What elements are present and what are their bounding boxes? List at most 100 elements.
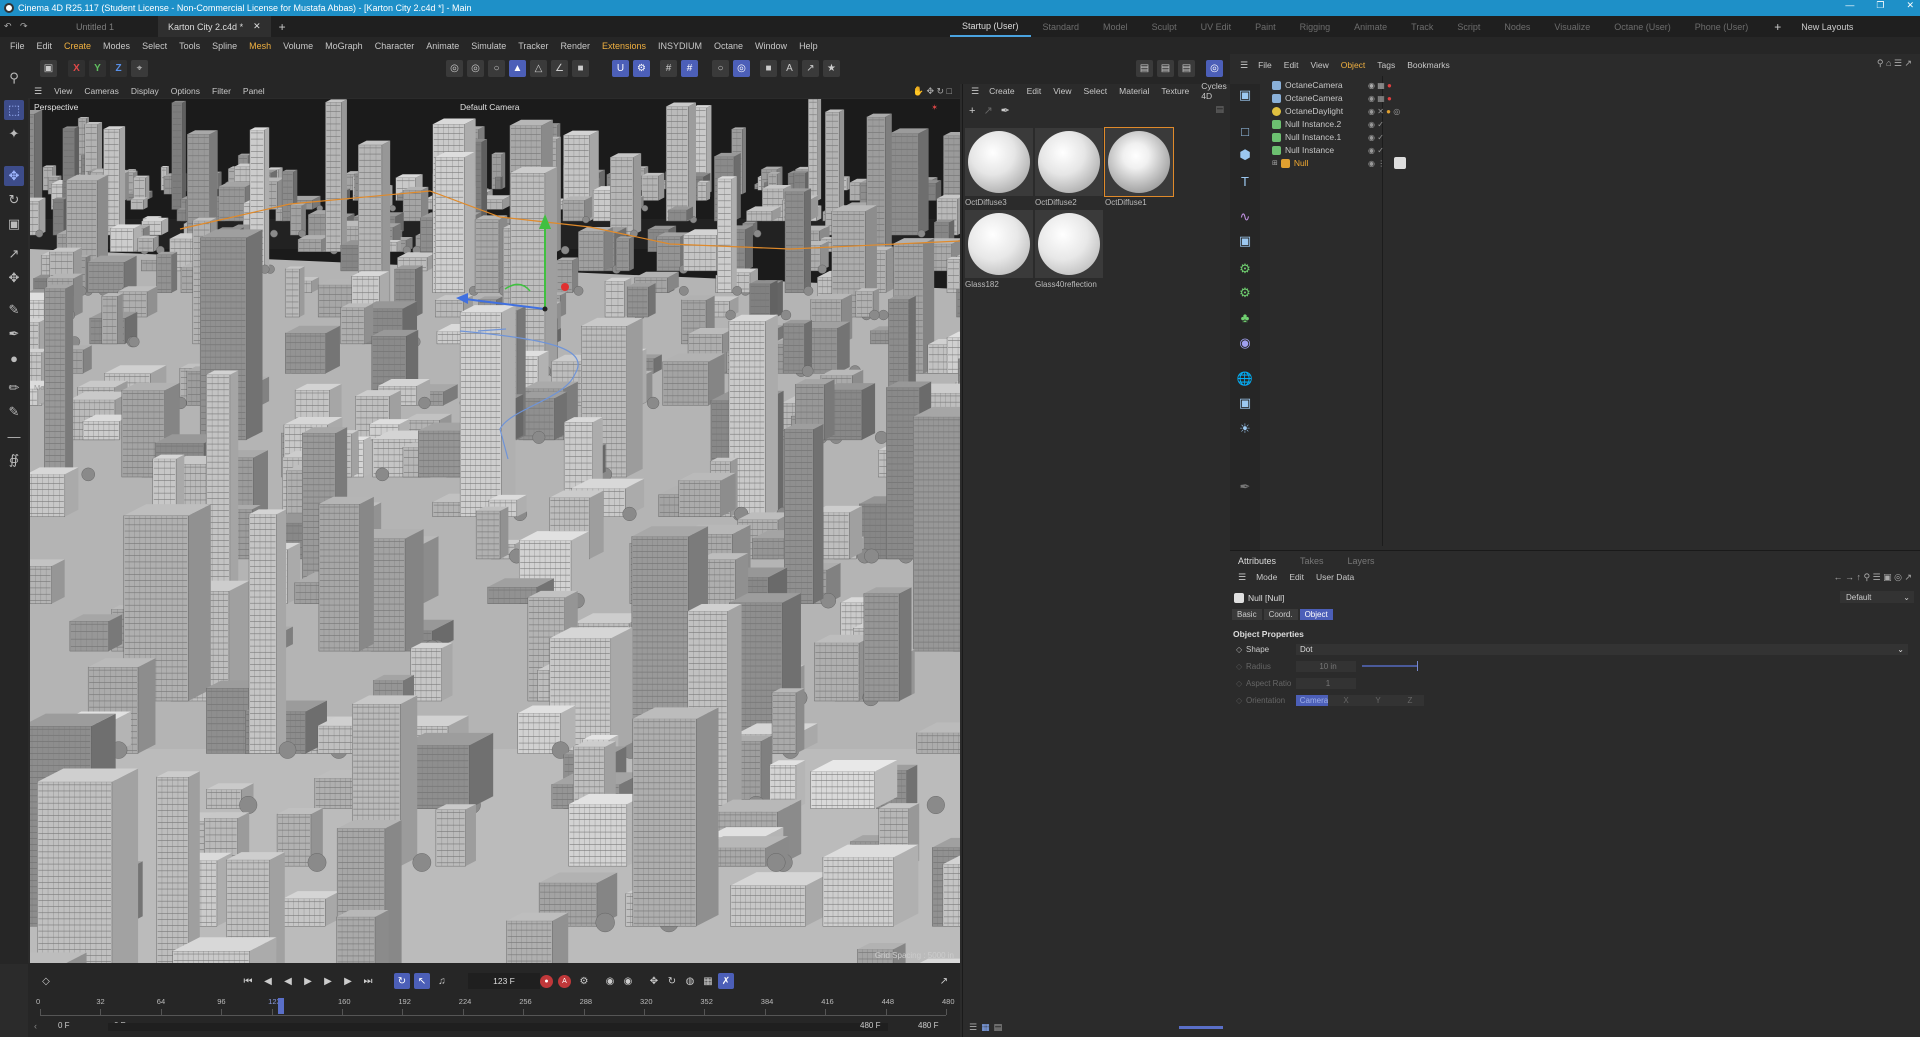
volume-icon[interactable]: ◉ xyxy=(1236,334,1254,352)
radius-field[interactable]: 10 in xyxy=(1296,660,1356,672)
hamburger-icon[interactable]: ☰ xyxy=(28,86,48,97)
measure-icon[interactable]: — xyxy=(4,426,24,446)
restore-icon[interactable]: ❐ xyxy=(1876,0,1884,16)
material-swatch[interactable]: Glass40reflection xyxy=(1035,210,1103,289)
material-swatch[interactable]: OctDiffuse3 xyxy=(965,128,1033,207)
current-frame-field[interactable]: 123 F xyxy=(468,973,540,989)
vp-menu-filter[interactable]: Filter xyxy=(206,86,237,96)
solo-icon[interactable]: ■ xyxy=(572,60,589,77)
range-left-arrow[interactable]: ‹ xyxy=(34,1021,37,1031)
layout-tab[interactable]: Phone (User) xyxy=(1683,16,1761,37)
uv-mode-icon[interactable]: ∠ xyxy=(551,60,568,77)
next-frame-icon[interactable]: ▶ xyxy=(320,973,336,989)
orientation-y-button[interactable]: Y xyxy=(1360,694,1392,706)
menu-extensions[interactable]: Extensions xyxy=(596,41,652,51)
paint-brush-icon[interactable]: ✏ xyxy=(4,378,24,398)
move-tool-icon[interactable]: ✥ xyxy=(4,166,24,186)
render-queue-icon[interactable]: ▤ xyxy=(1178,60,1195,77)
mat-menu-texture[interactable]: Texture xyxy=(1155,86,1195,96)
object-visibility-flags[interactable]: ◉ ✓ xyxy=(1368,120,1384,129)
mat-menu-select[interactable]: Select xyxy=(1078,86,1114,96)
aspect-ratio-field[interactable]: 1 xyxy=(1296,677,1356,689)
minimize-icon[interactable]: — xyxy=(1845,0,1854,16)
range-end-field[interactable]: 480 F xyxy=(860,1021,880,1030)
keyframe-selection-icon[interactable]: ⚙ xyxy=(576,973,592,989)
menu-render[interactable]: Render xyxy=(554,41,596,51)
undo-icon[interactable]: ↶ xyxy=(4,21,14,32)
menu-tracker[interactable]: Tracker xyxy=(512,41,554,51)
shape-dropdown[interactable]: Dot ⌄ xyxy=(1296,643,1908,655)
grid-view-icon[interactable]: ▦ xyxy=(981,1022,990,1033)
layout-tab[interactable]: Nodes xyxy=(1492,16,1542,37)
go-to-end-icon[interactable]: ⏭ xyxy=(360,973,376,989)
range-slider[interactable] xyxy=(108,1023,888,1031)
mograph-icon[interactable]: ♣ xyxy=(1236,308,1254,326)
key-position-icon[interactable]: ◉ xyxy=(602,973,618,989)
generator-icon[interactable]: ▣ xyxy=(1236,232,1254,250)
sound-icon[interactable]: ♫ xyxy=(434,973,450,989)
menu-animate[interactable]: Animate xyxy=(420,41,465,51)
subtab-object[interactable]: Object xyxy=(1299,608,1333,620)
spline-pen-icon[interactable]: ✒ xyxy=(4,324,24,344)
object-mode-icon[interactable]: ▣ xyxy=(40,60,57,77)
vp-menu-cameras[interactable]: Cameras xyxy=(78,86,124,96)
object-visibility-flags[interactable]: ◉ ✓ xyxy=(1368,146,1384,155)
close-icon[interactable]: ✕ xyxy=(1906,0,1914,16)
model-mode-icon[interactable]: ◎ xyxy=(446,60,463,77)
layout-tab[interactable]: Startup (User) xyxy=(950,16,1031,37)
scale-tool-icon[interactable]: ▣ xyxy=(4,214,24,234)
z-axis-toggle[interactable]: Z xyxy=(110,60,127,77)
key-param-icon[interactable]: ↻ xyxy=(664,973,680,989)
menu-mograph[interactable]: MoGraph xyxy=(319,41,369,51)
layout-tab[interactable]: Standard xyxy=(1031,16,1092,37)
doc-tab-untitled[interactable]: Untitled 1 xyxy=(66,16,124,37)
vp-menu-display[interactable]: Display xyxy=(125,86,165,96)
menu-modes[interactable]: Modes xyxy=(97,41,136,51)
orientation-camera-button[interactable]: Camera xyxy=(1296,694,1328,706)
fit-view-icon[interactable]: ↗ xyxy=(936,973,952,989)
tab-attributes[interactable]: Attributes xyxy=(1230,556,1284,566)
animate-dot-icon[interactable]: ◇ xyxy=(1236,696,1246,705)
snap-settings-icon[interactable]: ⚙ xyxy=(633,60,650,77)
edges-mode-icon[interactable]: △ xyxy=(530,60,547,77)
material-tag-icon[interactable] xyxy=(1394,157,1406,169)
locked-workplane-icon[interactable]: ○ xyxy=(712,60,729,77)
obj-menu-file[interactable]: File xyxy=(1252,60,1278,70)
hamburger-icon[interactable]: ☰ xyxy=(1236,60,1252,71)
3d-viewport[interactable]: Perspective Default Camera Move Grid Spa… xyxy=(30,99,960,963)
sculpt-icon[interactable]: ● xyxy=(4,348,24,368)
layout-tab[interactable]: UV Edit xyxy=(1189,16,1244,37)
environment-icon[interactable]: 🌐 xyxy=(1236,370,1254,388)
add-layout-icon[interactable]: + xyxy=(1774,20,1781,34)
thumbnail-size-slider[interactable] xyxy=(1179,1026,1223,1029)
tab-layers[interactable]: Layers xyxy=(1340,556,1383,566)
menu-help[interactable]: Help xyxy=(793,41,824,51)
attr-menu-mode[interactable]: Mode xyxy=(1250,572,1283,582)
interpolation-icon[interactable]: ✗ xyxy=(718,973,734,989)
object-manager-tools[interactable]: ⚲ ⌂ ☰ ↗ xyxy=(1877,58,1912,69)
cube-icon[interactable]: ⬢ xyxy=(1236,146,1254,164)
pen-icon[interactable]: ✒ xyxy=(1236,478,1254,496)
transform-tool-icon[interactable]: ✥ xyxy=(4,268,24,288)
orientation-z-button[interactable]: Z xyxy=(1392,694,1424,706)
viewport-nav-icons[interactable]: ✋ ✥ ↻ □ xyxy=(913,86,952,97)
hamburger-icon[interactable]: ☰ xyxy=(1234,572,1250,583)
render-settings-icon[interactable]: A xyxy=(781,60,798,77)
timeline-ruler[interactable]: 0 32 64 96 123 160 192 224 256 288 320 352 384 416 448… xyxy=(28,997,960,1019)
obj-menu-edit[interactable]: Edit xyxy=(1278,60,1305,70)
go-to-start-icon[interactable]: ⏮ xyxy=(240,973,256,989)
menu-mesh[interactable]: Mesh xyxy=(243,41,277,51)
object-visibility-flags[interactable]: ◉ ✓ xyxy=(1368,133,1384,142)
autokey-icon[interactable]: A xyxy=(558,975,571,988)
orientation-x-button[interactable]: X xyxy=(1328,694,1360,706)
eyedropper-icon[interactable]: ✒ xyxy=(1001,104,1010,117)
menu-window[interactable]: Window xyxy=(749,41,793,51)
pencil-icon[interactable]: ✎ xyxy=(4,402,24,422)
render-region-icon[interactable]: ▤ xyxy=(1157,60,1174,77)
subtab-coord[interactable]: Coord. xyxy=(1263,608,1298,620)
field-icon[interactable]: ⚙ xyxy=(1236,284,1254,302)
obj-menu-object[interactable]: Object xyxy=(1335,60,1372,70)
radius-slider[interactable] xyxy=(1362,661,1418,671)
panel-toggle-icon[interactable]: ▤ xyxy=(1215,104,1224,115)
range-start-field[interactable]: 0 F xyxy=(58,1021,70,1030)
